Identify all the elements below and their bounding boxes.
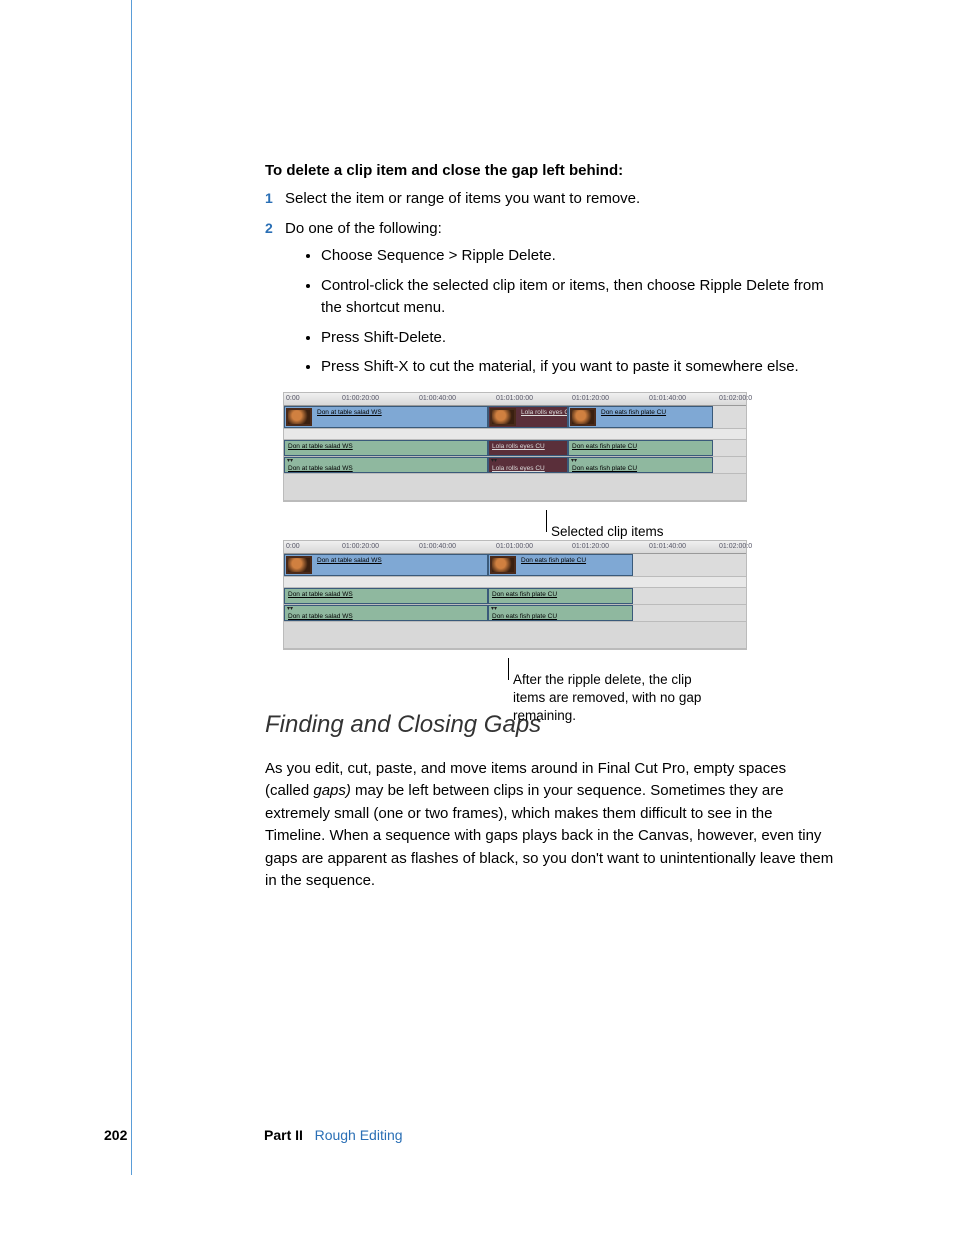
clip-label: Don at table salad WS: [317, 556, 382, 565]
clip-label: Don at table salad WS: [288, 464, 353, 473]
ruler-tick: 01:01:00:00: [496, 394, 533, 404]
substep: Press Shift-Delete.: [321, 327, 834, 349]
clip-label: Don at table salad WS: [317, 408, 382, 417]
clip-label: Don eats fish plate CU: [521, 556, 586, 565]
ruler-tick: 01:00:20:00: [342, 542, 379, 552]
callout-label: Selected clip items: [551, 523, 664, 541]
clip-label: Lola rolls eyes CU: [492, 442, 545, 451]
video-clip[interactable]: Don at table salad WS: [284, 554, 488, 576]
callout-line: [508, 658, 509, 680]
step-text: Select the item or range of items you wa…: [285, 190, 640, 207]
step-number: 2: [265, 218, 273, 238]
clip-label: Don at table salad WS: [288, 612, 353, 621]
audio-clip[interactable]: ▾▾Lola rolls eyes CU: [488, 457, 568, 473]
ruler-tick: 01:02:00:0: [719, 542, 752, 552]
callout-label: After the ripple delete, the clip items …: [513, 671, 703, 726]
ruler-tick: 01:01:00:00: [496, 542, 533, 552]
clip-label: Lola rolls eyes CU: [521, 408, 568, 417]
page-number: 202: [104, 1125, 127, 1145]
clip-label: Don at table salad WS: [288, 590, 353, 599]
ruler-tick: 01:01:40:00: [649, 394, 686, 404]
audio-clip[interactable]: Don at table salad WS: [284, 588, 488, 604]
clip-thumbnail: [490, 556, 516, 574]
clip-thumbnail: [286, 408, 312, 426]
clip-thumbnail: [570, 408, 596, 426]
audio-clip[interactable]: Don at table salad WS: [284, 440, 488, 456]
audio-clip[interactable]: Don eats fish plate CU: [488, 588, 633, 604]
part-label: Part II: [264, 1127, 303, 1143]
body-content: To delete a clip item and close the gap …: [265, 160, 834, 893]
ruler-tick: 0:00: [286, 394, 300, 404]
callout-line: [546, 510, 547, 532]
timeline-before: 0:00 01:00:20:00 01:00:40:00 01:01:00:00 01:…: [283, 392, 747, 502]
timeline-after: 0:00 01:00:20:00 01:00:40:00 01:01:00:00 01:…: [283, 540, 747, 650]
part-label-group: Part II Rough Editing: [264, 1125, 403, 1145]
audio-clip[interactable]: Lola rolls eyes CU: [488, 440, 568, 456]
audio-clip[interactable]: Don eats fish plate CU: [568, 440, 713, 456]
substep: Press Shift-X to cut the material, if yo…: [321, 356, 834, 378]
substep: Control-click the selected clip item or …: [321, 275, 834, 319]
clip-thumbnail: [490, 408, 516, 426]
video-clip[interactable]: Don eats fish plate CU: [568, 406, 713, 428]
ruler-tick: 01:00:40:00: [419, 542, 456, 552]
part-title: Rough Editing: [315, 1127, 403, 1143]
substep: Choose Sequence > Ripple Delete.: [321, 245, 834, 267]
clip-label: Don at table salad WS: [288, 442, 353, 451]
step-1: 1 Select the item or range of items you …: [265, 188, 834, 210]
gaps-italic: gaps): [313, 782, 351, 799]
audio-clip[interactable]: ▾▾Don at table salad WS: [284, 457, 488, 473]
ruler-tick: 01:00:20:00: [342, 394, 379, 404]
clip-thumbnail: [286, 556, 312, 574]
ruler-tick: 0:00: [286, 542, 300, 552]
video-clip[interactable]: Lola rolls eyes CU: [488, 406, 568, 428]
video-clip[interactable]: Don eats fish plate CU: [488, 554, 633, 576]
substeps-list: Choose Sequence > Ripple Delete. Control…: [285, 245, 834, 378]
para-text: may be left between clips in your sequen…: [265, 782, 833, 889]
clip-label: Don eats fish plate CU: [572, 464, 637, 473]
audio-clip[interactable]: ▾▾Don eats fish plate CU: [568, 457, 713, 473]
step-text: Do one of the following:: [285, 220, 442, 237]
ruler-tick: 01:01:20:00: [572, 394, 609, 404]
clip-label: Lola rolls eyes CU: [492, 464, 545, 473]
section-paragraph: As you edit, cut, paste, and move items …: [265, 758, 834, 893]
step-number: 1: [265, 188, 273, 208]
steps-list: 1 Select the item or range of items you …: [265, 188, 834, 378]
ruler-tick: 01:02:00:0: [719, 394, 752, 404]
task-heading: To delete a clip item and close the gap …: [265, 160, 834, 182]
video-clip[interactable]: Don at table salad WS: [284, 406, 488, 428]
step-2: 2 Do one of the following: Choose Sequen…: [265, 218, 834, 379]
clip-label: Don eats fish plate CU: [492, 590, 557, 599]
left-margin-rule: [131, 0, 132, 1175]
clip-label: Don eats fish plate CU: [572, 442, 637, 451]
clip-label: Don eats fish plate CU: [492, 612, 557, 621]
audio-clip[interactable]: ▾▾Don eats fish plate CU: [488, 605, 633, 621]
audio-clip[interactable]: ▾▾Don at table salad WS: [284, 605, 488, 621]
ruler-tick: 01:00:40:00: [419, 394, 456, 404]
figure-before: 0:00 01:00:20:00 01:00:40:00 01:01:00:00 01:…: [283, 392, 834, 502]
clip-label: Don eats fish plate CU: [601, 408, 666, 417]
ruler-tick: 01:01:20:00: [572, 542, 609, 552]
ruler-tick: 01:01:40:00: [649, 542, 686, 552]
figure-after: 0:00 01:00:20:00 01:00:40:00 01:01:00:00 01:…: [283, 540, 834, 650]
